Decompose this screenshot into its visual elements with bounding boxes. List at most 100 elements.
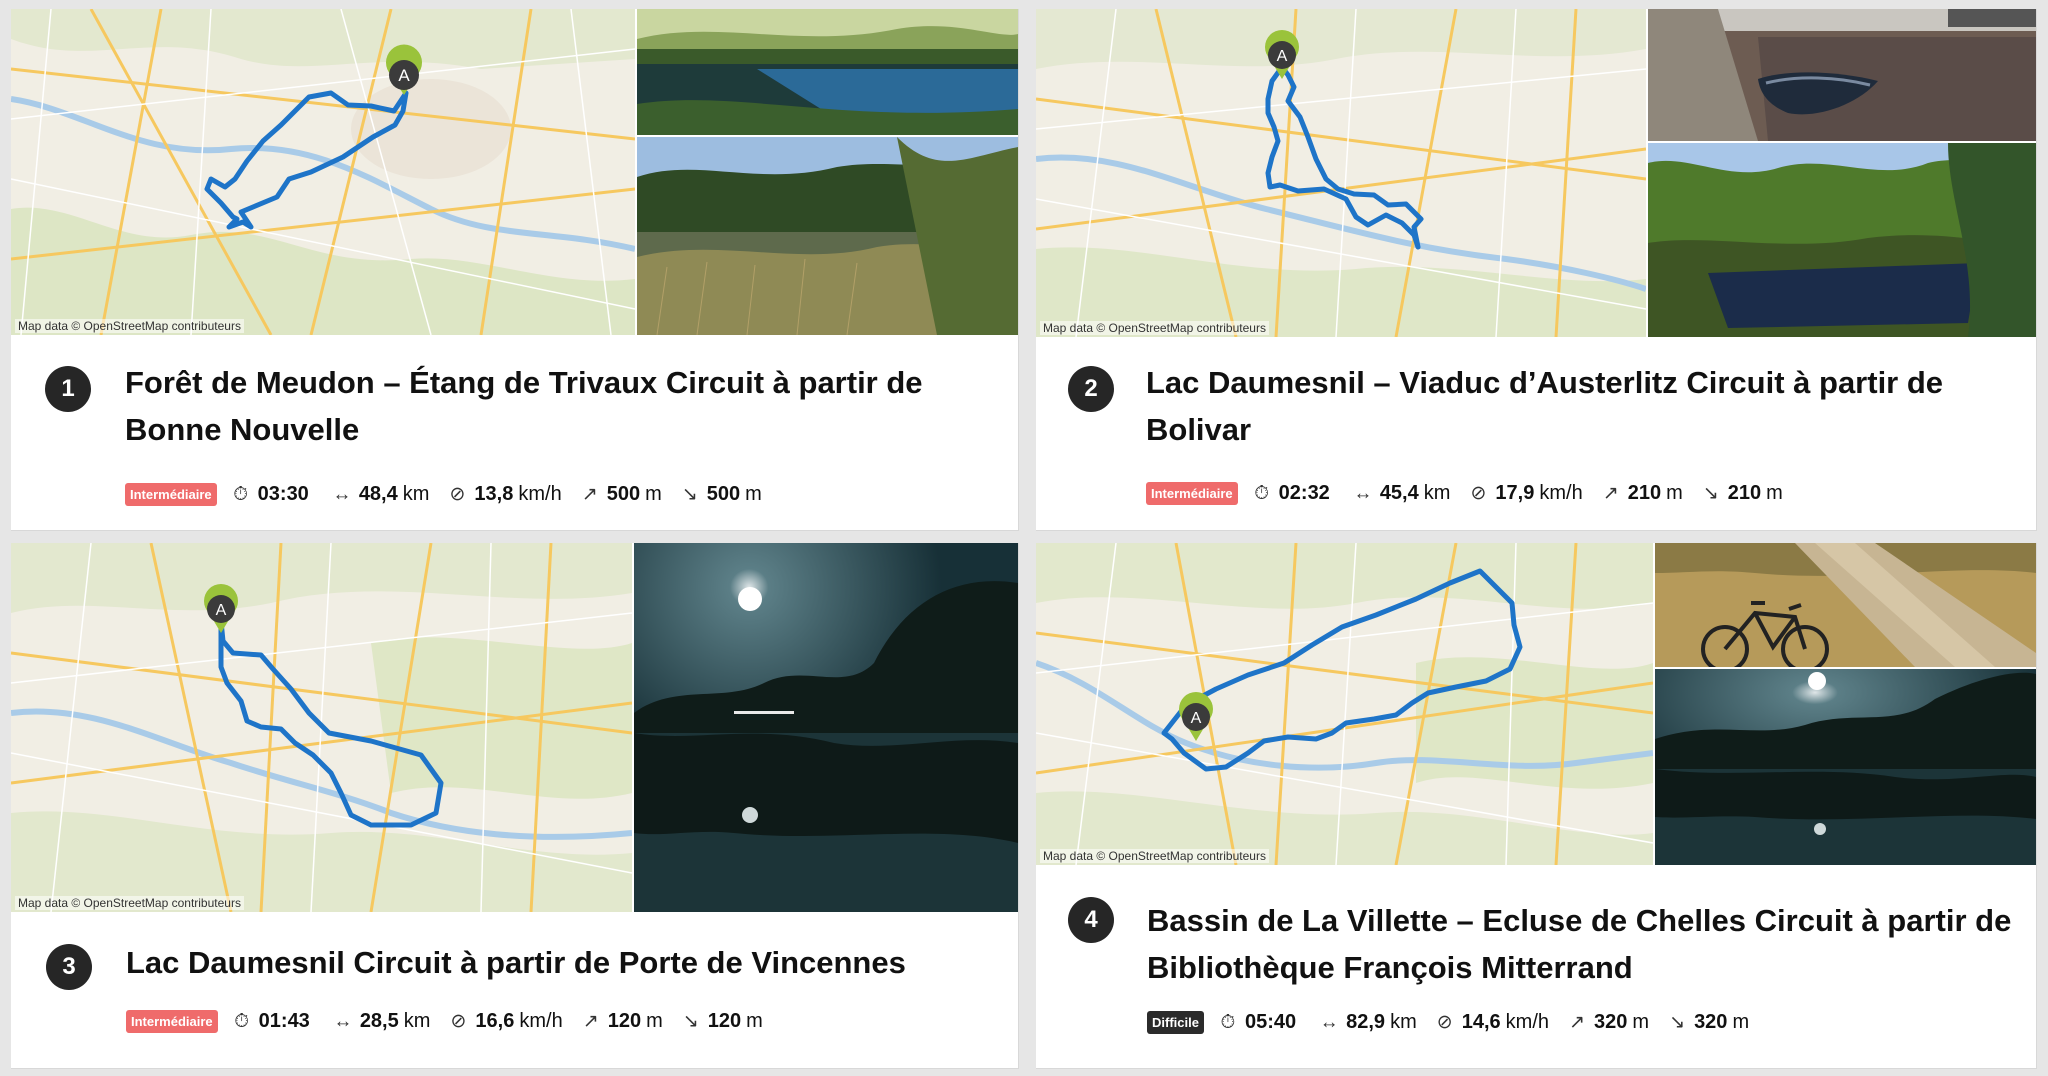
distance-unit: km: [1423, 482, 1451, 504]
difficulty-badge: Difficile: [1147, 1011, 1204, 1034]
difficulty-badge: Intermédiaire: [1146, 482, 1238, 505]
route-stats: Difficile ⏱ 05:40 ↔ 82,9 km ⊘ 14,6 km/h ↗ 320 m…: [1147, 1011, 1767, 1034]
route-map[interactable]: A Map data © OpenStreetMap contributeurs: [1036, 9, 1646, 337]
descent-unit: m: [746, 1010, 763, 1032]
arrow-down-right-icon: ↘: [1702, 483, 1719, 504]
arrow-down-right-icon: ↘: [681, 484, 698, 505]
descent-stat: ↘ 500 m: [680, 483, 762, 506]
descent-value: 320: [1694, 1011, 1728, 1033]
distance-value: 28,5: [359, 1010, 399, 1032]
ascent-stat: ↗ 320 m: [1567, 1011, 1649, 1034]
speed-value: 14,6: [1461, 1011, 1501, 1033]
stopwatch-icon: ⏱: [234, 1010, 250, 1032]
speed-unit: km/h: [1505, 1011, 1550, 1033]
svg-text:A: A: [398, 66, 410, 85]
route-map[interactable]: A Map data © OpenStreetMap contributeurs: [11, 9, 635, 335]
route-card-3[interactable]: A Map data © OpenStreetMap contributeurs…: [11, 543, 1019, 1069]
route-map[interactable]: A Map data © OpenStreetMap contributeurs: [1036, 543, 1653, 865]
map-tiles: A: [1036, 543, 1653, 865]
difficulty-badge: Intermédiaire: [125, 483, 217, 506]
ascent-value: 120: [607, 1010, 642, 1032]
route-card-2[interactable]: A Map data © OpenStreetMap contributeurs…: [1036, 9, 2037, 531]
photo-lake-trees[interactable]: [1648, 143, 2036, 337]
double-arrow-icon: ↔: [1353, 482, 1373, 504]
double-arrow-icon: ↔: [1319, 1011, 1339, 1033]
speed-stat: ⊘ 14,6 km/h: [1435, 1011, 1549, 1034]
stopwatch-icon: ⏱: [233, 483, 249, 505]
map-attribution: Map data © OpenStreetMap contributeurs: [1040, 321, 1269, 335]
route-title[interactable]: Bassin de La Villette – Ecluse de Chelle…: [1147, 897, 2027, 991]
distance-value: 82,9: [1346, 1011, 1386, 1033]
photo-river-boat[interactable]: [1648, 9, 2036, 141]
distance-unit: km: [403, 1010, 431, 1032]
map-attribution: Map data © OpenStreetMap contributeurs: [1040, 849, 1269, 863]
ascent-value: 500: [606, 483, 641, 505]
route-card-1[interactable]: A Map data © OpenStreetMap contributeurs…: [11, 9, 1019, 531]
map-attribution: Map data © OpenStreetMap contributeurs: [15, 896, 244, 910]
photo-bike-boardwalk[interactable]: [1655, 543, 2036, 667]
distance-unit: km: [1390, 1011, 1417, 1033]
speed-stat: ⊘ 13,8 km/h: [447, 483, 561, 506]
speed-unit: km/h: [519, 1010, 563, 1032]
descent-stat: ↘ 120 m: [681, 1010, 763, 1033]
arrow-down-right-icon: ↘: [1669, 1012, 1686, 1033]
route-number-badge: 3: [46, 944, 92, 990]
ascent-value: 320: [1594, 1011, 1628, 1033]
double-arrow-icon: ↔: [333, 1010, 353, 1032]
route-title[interactable]: Lac Daumesnil – Viaduc d’Austerlitz Circ…: [1146, 359, 2016, 453]
arrow-up-right-icon: ↗: [1602, 483, 1619, 504]
distance-value: 48,4: [358, 483, 398, 505]
map-tiles: A: [11, 543, 632, 912]
route-map[interactable]: A Map data © OpenStreetMap contributeurs: [11, 543, 632, 912]
route-stats: Intermédiaire ⏱ 03:30 ↔ 48,4 km ⊘ 13,8 km/h ↗…: [125, 483, 780, 506]
distance-stat: ↔ 82,9 km: [1319, 1011, 1417, 1034]
distance-stat: ↔ 45,4 km: [1353, 482, 1451, 505]
arrow-down-right-icon: ↘: [682, 1011, 699, 1032]
duration-stat: ⏱ 05:40: [1218, 1011, 1301, 1034]
speed-unit: km/h: [1539, 482, 1583, 504]
photo-night-lake[interactable]: [1655, 669, 2036, 865]
speed-icon: ⊘: [1436, 1012, 1453, 1033]
stopwatch-icon: ⏱: [1254, 482, 1270, 504]
arrow-up-right-icon: ↗: [582, 1011, 599, 1032]
descent-value: 120: [707, 1010, 742, 1032]
distance-stat: ↔ 48,4 km: [332, 483, 429, 506]
map-tiles: A: [1036, 9, 1646, 337]
ascent-stat: ↗ 500 m: [580, 483, 662, 506]
route-title[interactable]: Lac Daumesnil Circuit à partir de Porte …: [126, 939, 996, 986]
route-card-4[interactable]: A Map data © OpenStreetMap contributeurs: [1036, 543, 2037, 1069]
duration-value: 05:40: [1244, 1011, 1297, 1033]
map-tiles: A: [11, 9, 635, 335]
svg-text:A: A: [1191, 710, 1202, 727]
descent-stat: ↘ 320 m: [1667, 1011, 1749, 1034]
speed-stat: ⊘ 16,6 km/h: [448, 1010, 562, 1033]
ascent-stat: ↗ 210 m: [1601, 482, 1683, 505]
duration-stat: ⏱ 03:30: [231, 483, 314, 506]
ascent-value: 210: [1627, 482, 1662, 504]
ascent-unit: m: [1632, 1011, 1650, 1033]
ascent-stat: ↗ 120 m: [581, 1010, 663, 1033]
speed-icon: ⊘: [450, 1011, 467, 1032]
distance-value: 45,4: [1379, 482, 1419, 504]
difficulty-badge: Intermédiaire: [126, 1010, 218, 1033]
photo-pond-reeds[interactable]: [637, 137, 1018, 335]
route-stats: Intermédiaire ⏱ 02:32 ↔ 45,4 km ⊘ 17,9 km/h ↗…: [1146, 482, 1801, 505]
speed-value: 13,8: [474, 483, 514, 505]
descent-unit: m: [1766, 482, 1783, 504]
descent-unit: m: [1732, 1011, 1750, 1033]
photo-night-lake[interactable]: [634, 543, 1018, 912]
speed-value: 17,9: [1495, 482, 1535, 504]
ascent-unit: m: [1666, 482, 1683, 504]
speed-unit: km/h: [518, 483, 562, 505]
duration-value: 02:32: [1278, 482, 1330, 504]
route-stats: Intermédiaire ⏱ 01:43 ↔ 28,5 km ⊘ 16,6 km/h ↗…: [126, 1010, 781, 1033]
speed-icon: ⊘: [449, 484, 466, 505]
map-attribution: Map data © OpenStreetMap contributeurs: [15, 319, 244, 333]
duration-stat: ⏱ 01:43: [232, 1010, 315, 1033]
descent-unit: m: [745, 483, 762, 505]
descent-stat: ↘ 210 m: [1701, 482, 1783, 505]
photo-pond-reflection[interactable]: [637, 9, 1018, 135]
ascent-unit: m: [646, 1010, 663, 1032]
descent-value: 210: [1727, 482, 1762, 504]
route-title[interactable]: Forêt de Meudon – Étang de Trivaux Circu…: [125, 359, 995, 453]
